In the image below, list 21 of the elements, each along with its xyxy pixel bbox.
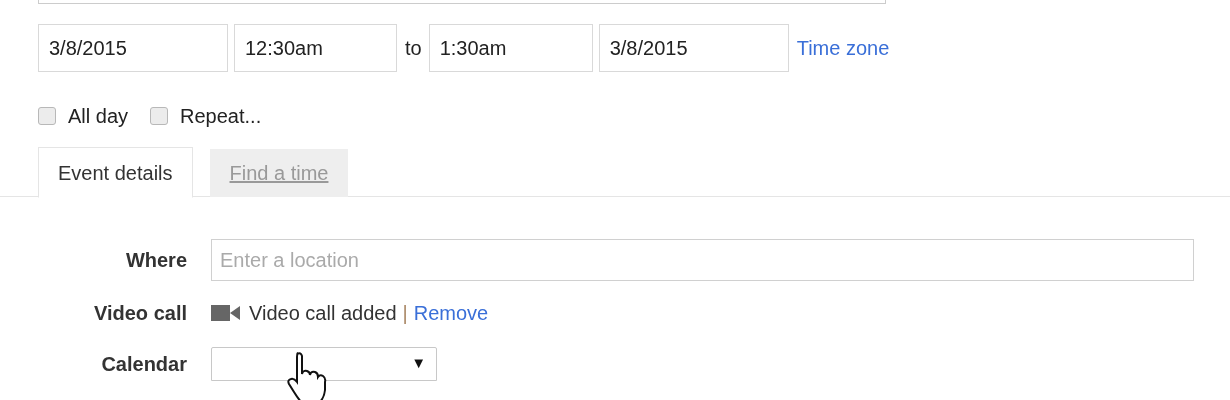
location-field[interactable]: Enter a location — [211, 239, 1194, 281]
checkbox[interactable] — [38, 107, 56, 125]
time-zone-link[interactable]: Time zone — [796, 33, 890, 63]
status-text: Video call added — [249, 301, 397, 326]
calendar-dropdown[interactable]: ▼ — [211, 347, 437, 381]
video-camera-icon — [211, 305, 240, 321]
tab[interactable]: Event details — [38, 147, 193, 198]
checkbox-label: All day — [68, 104, 129, 129]
checkbox[interactable] — [150, 107, 169, 125]
separator-text: | — [402, 301, 408, 326]
checkbox-label: Repeat... — [180, 104, 262, 129]
field-label: Where — [124, 248, 187, 273]
remove-link[interactable]: Remove — [413, 298, 489, 328]
input-field[interactable]: 3/8/2015 — [38, 24, 228, 72]
input-field[interactable]: 1:30am — [428, 24, 593, 72]
caret-icon: ▼ — [411, 352, 426, 375]
input-field[interactable]: 3/8/2015 — [598, 24, 789, 72]
field-label: Video call — [93, 301, 187, 326]
separator-text: to — [405, 36, 422, 61]
field-label: Calendar — [100, 352, 187, 377]
input-field[interactable]: 12:30am — [234, 24, 397, 72]
